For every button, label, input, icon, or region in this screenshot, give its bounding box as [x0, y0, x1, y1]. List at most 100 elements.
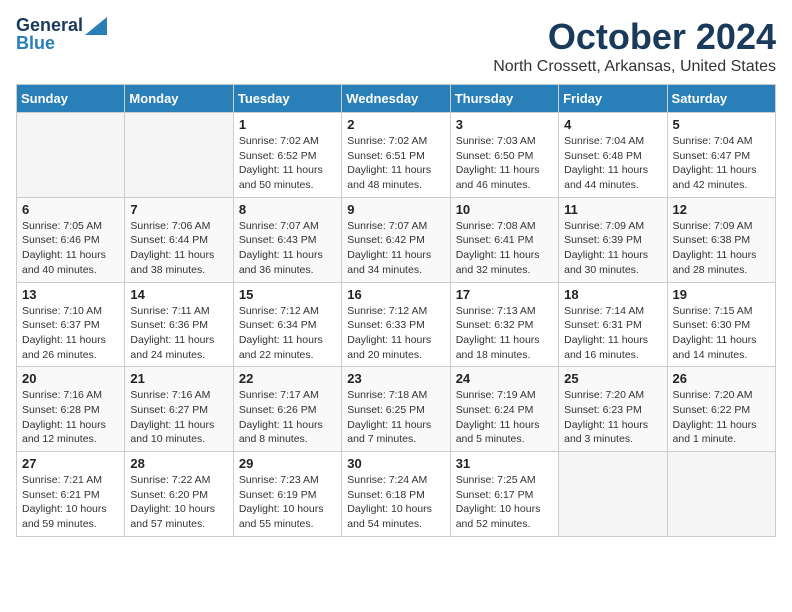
calendar-table: SundayMondayTuesdayWednesdayThursdayFrid… — [16, 84, 776, 537]
header-tuesday: Tuesday — [233, 85, 341, 113]
day-info: Sunrise: 7:15 AM Sunset: 6:30 PM Dayligh… — [673, 304, 770, 363]
day-number: 21 — [130, 371, 227, 386]
page-header: General Blue October 2024 North Crossett… — [16, 16, 776, 76]
day-info: Sunrise: 7:09 AM Sunset: 6:38 PM Dayligh… — [673, 219, 770, 278]
day-info: Sunrise: 7:10 AM Sunset: 6:37 PM Dayligh… — [22, 304, 119, 363]
header-thursday: Thursday — [450, 85, 558, 113]
day-info: Sunrise: 7:02 AM Sunset: 6:51 PM Dayligh… — [347, 134, 444, 193]
day-number: 22 — [239, 371, 336, 386]
calendar-cell — [125, 113, 233, 198]
calendar-week-1: 1 Sunrise: 7:02 AM Sunset: 6:52 PM Daylig… — [17, 113, 776, 198]
day-number: 10 — [456, 202, 553, 217]
header-wednesday: Wednesday — [342, 85, 450, 113]
day-number: 26 — [673, 371, 770, 386]
day-number: 11 — [564, 202, 661, 217]
day-number: 25 — [564, 371, 661, 386]
calendar-cell: 27Sunrise: 7:21 AM Sunset: 6:21 PM Dayli… — [17, 452, 125, 537]
day-number: 15 — [239, 287, 336, 302]
day-number: 28 — [130, 456, 227, 471]
calendar-cell: 29Sunrise: 7:23 AM Sunset: 6:19 PM Dayli… — [233, 452, 341, 537]
calendar-cell: 12 Sunrise: 7:09 AM Sunset: 6:38 PM Dayli… — [667, 197, 775, 282]
day-info: Sunrise: 7:11 AM Sunset: 6:36 PM Dayligh… — [130, 304, 227, 363]
calendar-cell: 2 Sunrise: 7:02 AM Sunset: 6:51 PM Daylig… — [342, 113, 450, 198]
day-number: 2 — [347, 117, 444, 132]
calendar-week-5: 27Sunrise: 7:21 AM Sunset: 6:21 PM Dayli… — [17, 452, 776, 537]
day-info: Sunrise: 7:07 AM Sunset: 6:43 PM Dayligh… — [239, 219, 336, 278]
day-number: 6 — [22, 202, 119, 217]
calendar-cell: 16Sunrise: 7:12 AM Sunset: 6:33 PM Dayli… — [342, 282, 450, 367]
calendar-cell: 19 Sunrise: 7:15 AM Sunset: 6:30 PM Dayli… — [667, 282, 775, 367]
header-monday: Monday — [125, 85, 233, 113]
day-number: 12 — [673, 202, 770, 217]
day-info: Sunrise: 7:16 AM Sunset: 6:27 PM Dayligh… — [130, 388, 227, 447]
calendar-cell: 10Sunrise: 7:08 AM Sunset: 6:41 PM Dayli… — [450, 197, 558, 282]
calendar-cell: 1 Sunrise: 7:02 AM Sunset: 6:52 PM Daylig… — [233, 113, 341, 198]
calendar-cell: 25 Sunrise: 7:20 AM Sunset: 6:23 PM Dayli… — [559, 367, 667, 452]
day-info: Sunrise: 7:04 AM Sunset: 6:48 PM Dayligh… — [564, 134, 661, 193]
calendar-week-2: 6 Sunrise: 7:05 AM Sunset: 6:46 PM Daylig… — [17, 197, 776, 282]
calendar-cell: 26 Sunrise: 7:20 AM Sunset: 6:22 PM Dayli… — [667, 367, 775, 452]
day-info: Sunrise: 7:20 AM Sunset: 6:23 PM Dayligh… — [564, 388, 661, 447]
day-info: Sunrise: 7:16 AM Sunset: 6:28 PM Dayligh… — [22, 388, 119, 447]
day-number: 7 — [130, 202, 227, 217]
day-info: Sunrise: 7:06 AM Sunset: 6:44 PM Dayligh… — [130, 219, 227, 278]
day-number: 19 — [673, 287, 770, 302]
day-info: Sunrise: 7:05 AM Sunset: 6:46 PM Dayligh… — [22, 219, 119, 278]
calendar-cell — [667, 452, 775, 537]
day-number: 3 — [456, 117, 553, 132]
day-info: Sunrise: 7:13 AM Sunset: 6:32 PM Dayligh… — [456, 304, 553, 363]
calendar-cell: 3Sunrise: 7:03 AM Sunset: 6:50 PM Daylig… — [450, 113, 558, 198]
day-info: Sunrise: 7:12 AM Sunset: 6:34 PM Dayligh… — [239, 304, 336, 363]
calendar-cell: 13 Sunrise: 7:10 AM Sunset: 6:37 PM Dayli… — [17, 282, 125, 367]
calendar-cell: 8Sunrise: 7:07 AM Sunset: 6:43 PM Daylig… — [233, 197, 341, 282]
calendar-cell: 20 Sunrise: 7:16 AM Sunset: 6:28 PM Dayli… — [17, 367, 125, 452]
day-info: Sunrise: 7:09 AM Sunset: 6:39 PM Dayligh… — [564, 219, 661, 278]
day-info: Sunrise: 7:20 AM Sunset: 6:22 PM Dayligh… — [673, 388, 770, 447]
day-number: 31 — [456, 456, 553, 471]
logo: General Blue — [16, 16, 107, 54]
day-number: 27 — [22, 456, 119, 471]
calendar-week-3: 13 Sunrise: 7:10 AM Sunset: 6:37 PM Dayli… — [17, 282, 776, 367]
day-number: 1 — [239, 117, 336, 132]
calendar-cell: 14 Sunrise: 7:11 AM Sunset: 6:36 PM Dayli… — [125, 282, 233, 367]
day-number: 5 — [673, 117, 770, 132]
calendar-cell: 9Sunrise: 7:07 AM Sunset: 6:42 PM Daylig… — [342, 197, 450, 282]
day-number: 24 — [456, 371, 553, 386]
day-info: Sunrise: 7:04 AM Sunset: 6:47 PM Dayligh… — [673, 134, 770, 193]
calendar-cell: 11 Sunrise: 7:09 AM Sunset: 6:39 PM Dayli… — [559, 197, 667, 282]
calendar-header-row: SundayMondayTuesdayWednesdayThursdayFrid… — [17, 85, 776, 113]
calendar-cell — [559, 452, 667, 537]
calendar-cell: 7 Sunrise: 7:06 AM Sunset: 6:44 PM Daylig… — [125, 197, 233, 282]
day-number: 13 — [22, 287, 119, 302]
day-number: 30 — [347, 456, 444, 471]
day-info: Sunrise: 7:22 AM Sunset: 6:20 PM Dayligh… — [130, 473, 227, 532]
calendar-cell: 5 Sunrise: 7:04 AM Sunset: 6:47 PM Daylig… — [667, 113, 775, 198]
title-block: October 2024 North Crossett, Arkansas, U… — [493, 16, 776, 76]
day-info: Sunrise: 7:14 AM Sunset: 6:31 PM Dayligh… — [564, 304, 661, 363]
day-info: Sunrise: 7:02 AM Sunset: 6:52 PM Dayligh… — [239, 134, 336, 193]
calendar-cell: 4Sunrise: 7:04 AM Sunset: 6:48 PM Daylig… — [559, 113, 667, 198]
header-friday: Friday — [559, 85, 667, 113]
calendar-cell — [17, 113, 125, 198]
calendar-cell: 24 Sunrise: 7:19 AM Sunset: 6:24 PM Dayli… — [450, 367, 558, 452]
day-info: Sunrise: 7:23 AM Sunset: 6:19 PM Dayligh… — [239, 473, 336, 532]
calendar-cell: 6 Sunrise: 7:05 AM Sunset: 6:46 PM Daylig… — [17, 197, 125, 282]
calendar-cell: 15 Sunrise: 7:12 AM Sunset: 6:34 PM Dayli… — [233, 282, 341, 367]
day-info: Sunrise: 7:12 AM Sunset: 6:33 PM Dayligh… — [347, 304, 444, 363]
day-info: Sunrise: 7:18 AM Sunset: 6:25 PM Dayligh… — [347, 388, 444, 447]
day-info: Sunrise: 7:25 AM Sunset: 6:17 PM Dayligh… — [456, 473, 553, 532]
logo-icon — [85, 17, 107, 35]
day-info: Sunrise: 7:19 AM Sunset: 6:24 PM Dayligh… — [456, 388, 553, 447]
calendar-cell: 31 Sunrise: 7:25 AM Sunset: 6:17 PM Dayli… — [450, 452, 558, 537]
day-number: 20 — [22, 371, 119, 386]
day-info: Sunrise: 7:24 AM Sunset: 6:18 PM Dayligh… — [347, 473, 444, 532]
calendar-cell: 28 Sunrise: 7:22 AM Sunset: 6:20 PM Dayli… — [125, 452, 233, 537]
day-number: 9 — [347, 202, 444, 217]
calendar-cell: 22 Sunrise: 7:17 AM Sunset: 6:26 PM Dayli… — [233, 367, 341, 452]
day-number: 23 — [347, 371, 444, 386]
day-number: 14 — [130, 287, 227, 302]
calendar-cell: 30 Sunrise: 7:24 AM Sunset: 6:18 PM Dayli… — [342, 452, 450, 537]
calendar-cell: 17Sunrise: 7:13 AM Sunset: 6:32 PM Dayli… — [450, 282, 558, 367]
day-info: Sunrise: 7:17 AM Sunset: 6:26 PM Dayligh… — [239, 388, 336, 447]
location-subtitle: North Crossett, Arkansas, United States — [493, 58, 776, 76]
